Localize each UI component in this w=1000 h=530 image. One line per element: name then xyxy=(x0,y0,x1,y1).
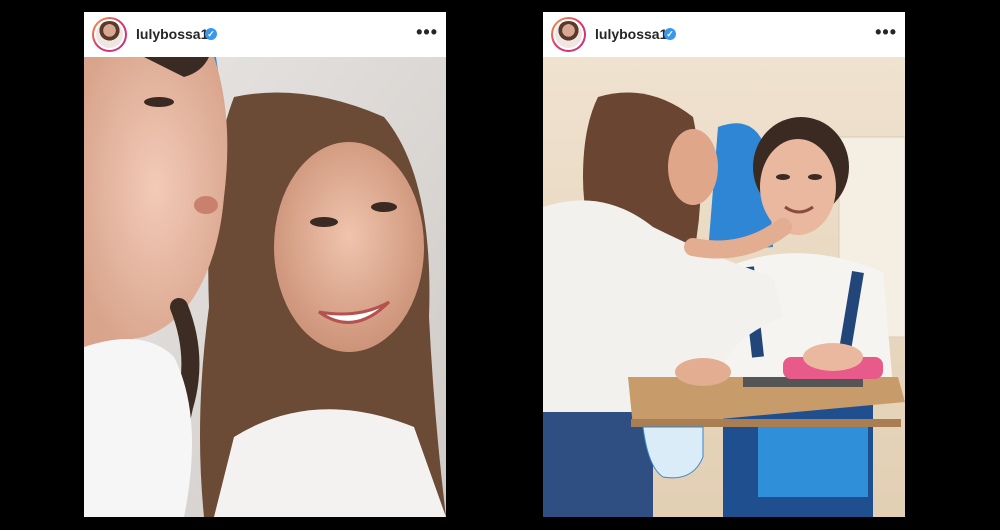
avatar[interactable] xyxy=(92,17,127,52)
username-link[interactable]: lulybossa1 xyxy=(595,26,667,42)
post-header: lulybossa1 ✓ ••• xyxy=(543,12,905,57)
verified-badge-icon: ✓ xyxy=(205,28,217,40)
post-header: lulybossa1 ✓ ••• xyxy=(84,12,446,57)
avatar-photo xyxy=(555,21,582,48)
more-options-icon[interactable]: ••• xyxy=(416,22,438,43)
verified-badge-icon: ✓ xyxy=(664,28,676,40)
avatar[interactable] xyxy=(551,17,586,52)
instagram-post-right: lulybossa1 ✓ ••• xyxy=(543,12,905,517)
post-photo xyxy=(543,57,905,517)
more-options-icon[interactable]: ••• xyxy=(875,22,897,43)
instagram-post-left: lulybossa1 ✓ ••• xyxy=(84,12,446,517)
username-link[interactable]: lulybossa1 xyxy=(136,26,208,42)
avatar-photo xyxy=(96,21,123,48)
post-photo xyxy=(84,57,446,517)
